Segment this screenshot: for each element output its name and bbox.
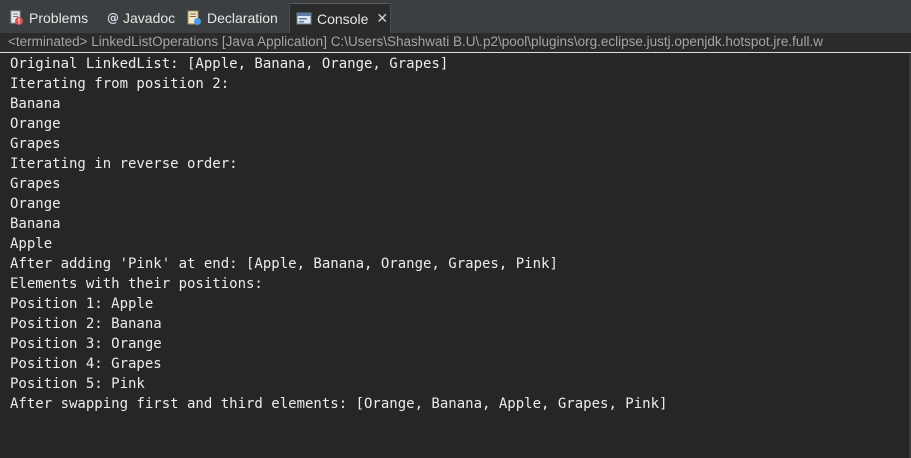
tab-label: Javadoc: [123, 10, 176, 26]
tab-problems[interactable]: Problems: [8, 3, 96, 33]
problems-icon: [8, 10, 24, 26]
eclipse-console-view: Problems @ Javadoc Declaration Console ✕…: [0, 0, 911, 458]
javadoc-icon: @: [106, 10, 119, 26]
console-icon: [296, 11, 312, 27]
tab-label: Console: [317, 10, 369, 27]
console-lines: Original LinkedList: [Apple, Banana, Ora…: [10, 54, 667, 414]
tab-javadoc[interactable]: @ Javadoc: [106, 3, 180, 33]
console-line: Orange: [10, 196, 61, 212]
tab-console[interactable]: Console ✕: [289, 3, 391, 33]
svg-text:@: @: [107, 11, 118, 25]
console-line: Position 2: Banana: [10, 316, 162, 332]
console-line: Banana: [10, 96, 61, 112]
console-line: Position 1: Apple: [10, 296, 154, 312]
console-line: Apple: [10, 236, 53, 252]
console-line: Position 4: Grapes: [10, 356, 162, 372]
console-line: Grapes: [10, 136, 61, 152]
console-line: Original LinkedList: [Apple, Banana, Ora…: [10, 56, 449, 72]
console-line: Grapes: [10, 176, 61, 192]
console-line: Elements with their positions:: [10, 276, 263, 292]
console-line: Orange: [10, 116, 61, 132]
console-line: Banana: [10, 216, 61, 232]
console-line: Iterating from position 2:: [10, 76, 230, 92]
tab-label: Declaration: [207, 10, 278, 26]
console-line: After adding 'Pink' at end: [Apple, Bana…: [10, 256, 558, 272]
console-line: After swapping first and third elements:…: [10, 396, 668, 412]
console-line: Position 3: Orange: [10, 336, 162, 352]
process-status: <terminated> LinkedListOperations [Java …: [0, 33, 911, 53]
console-line: Iterating in reverse order:: [10, 156, 238, 172]
view-tab-bar: Problems @ Javadoc Declaration Console ✕: [0, 0, 911, 33]
tab-declaration[interactable]: Declaration: [186, 3, 286, 33]
console-line: Position 5: Pink: [10, 376, 145, 392]
close-icon[interactable]: ✕: [376, 10, 388, 27]
tab-label: Problems: [29, 10, 89, 26]
console-output[interactable]: Original LinkedList: [Apple, Banana, Ora…: [0, 53, 911, 458]
declaration-icon: [186, 10, 202, 26]
